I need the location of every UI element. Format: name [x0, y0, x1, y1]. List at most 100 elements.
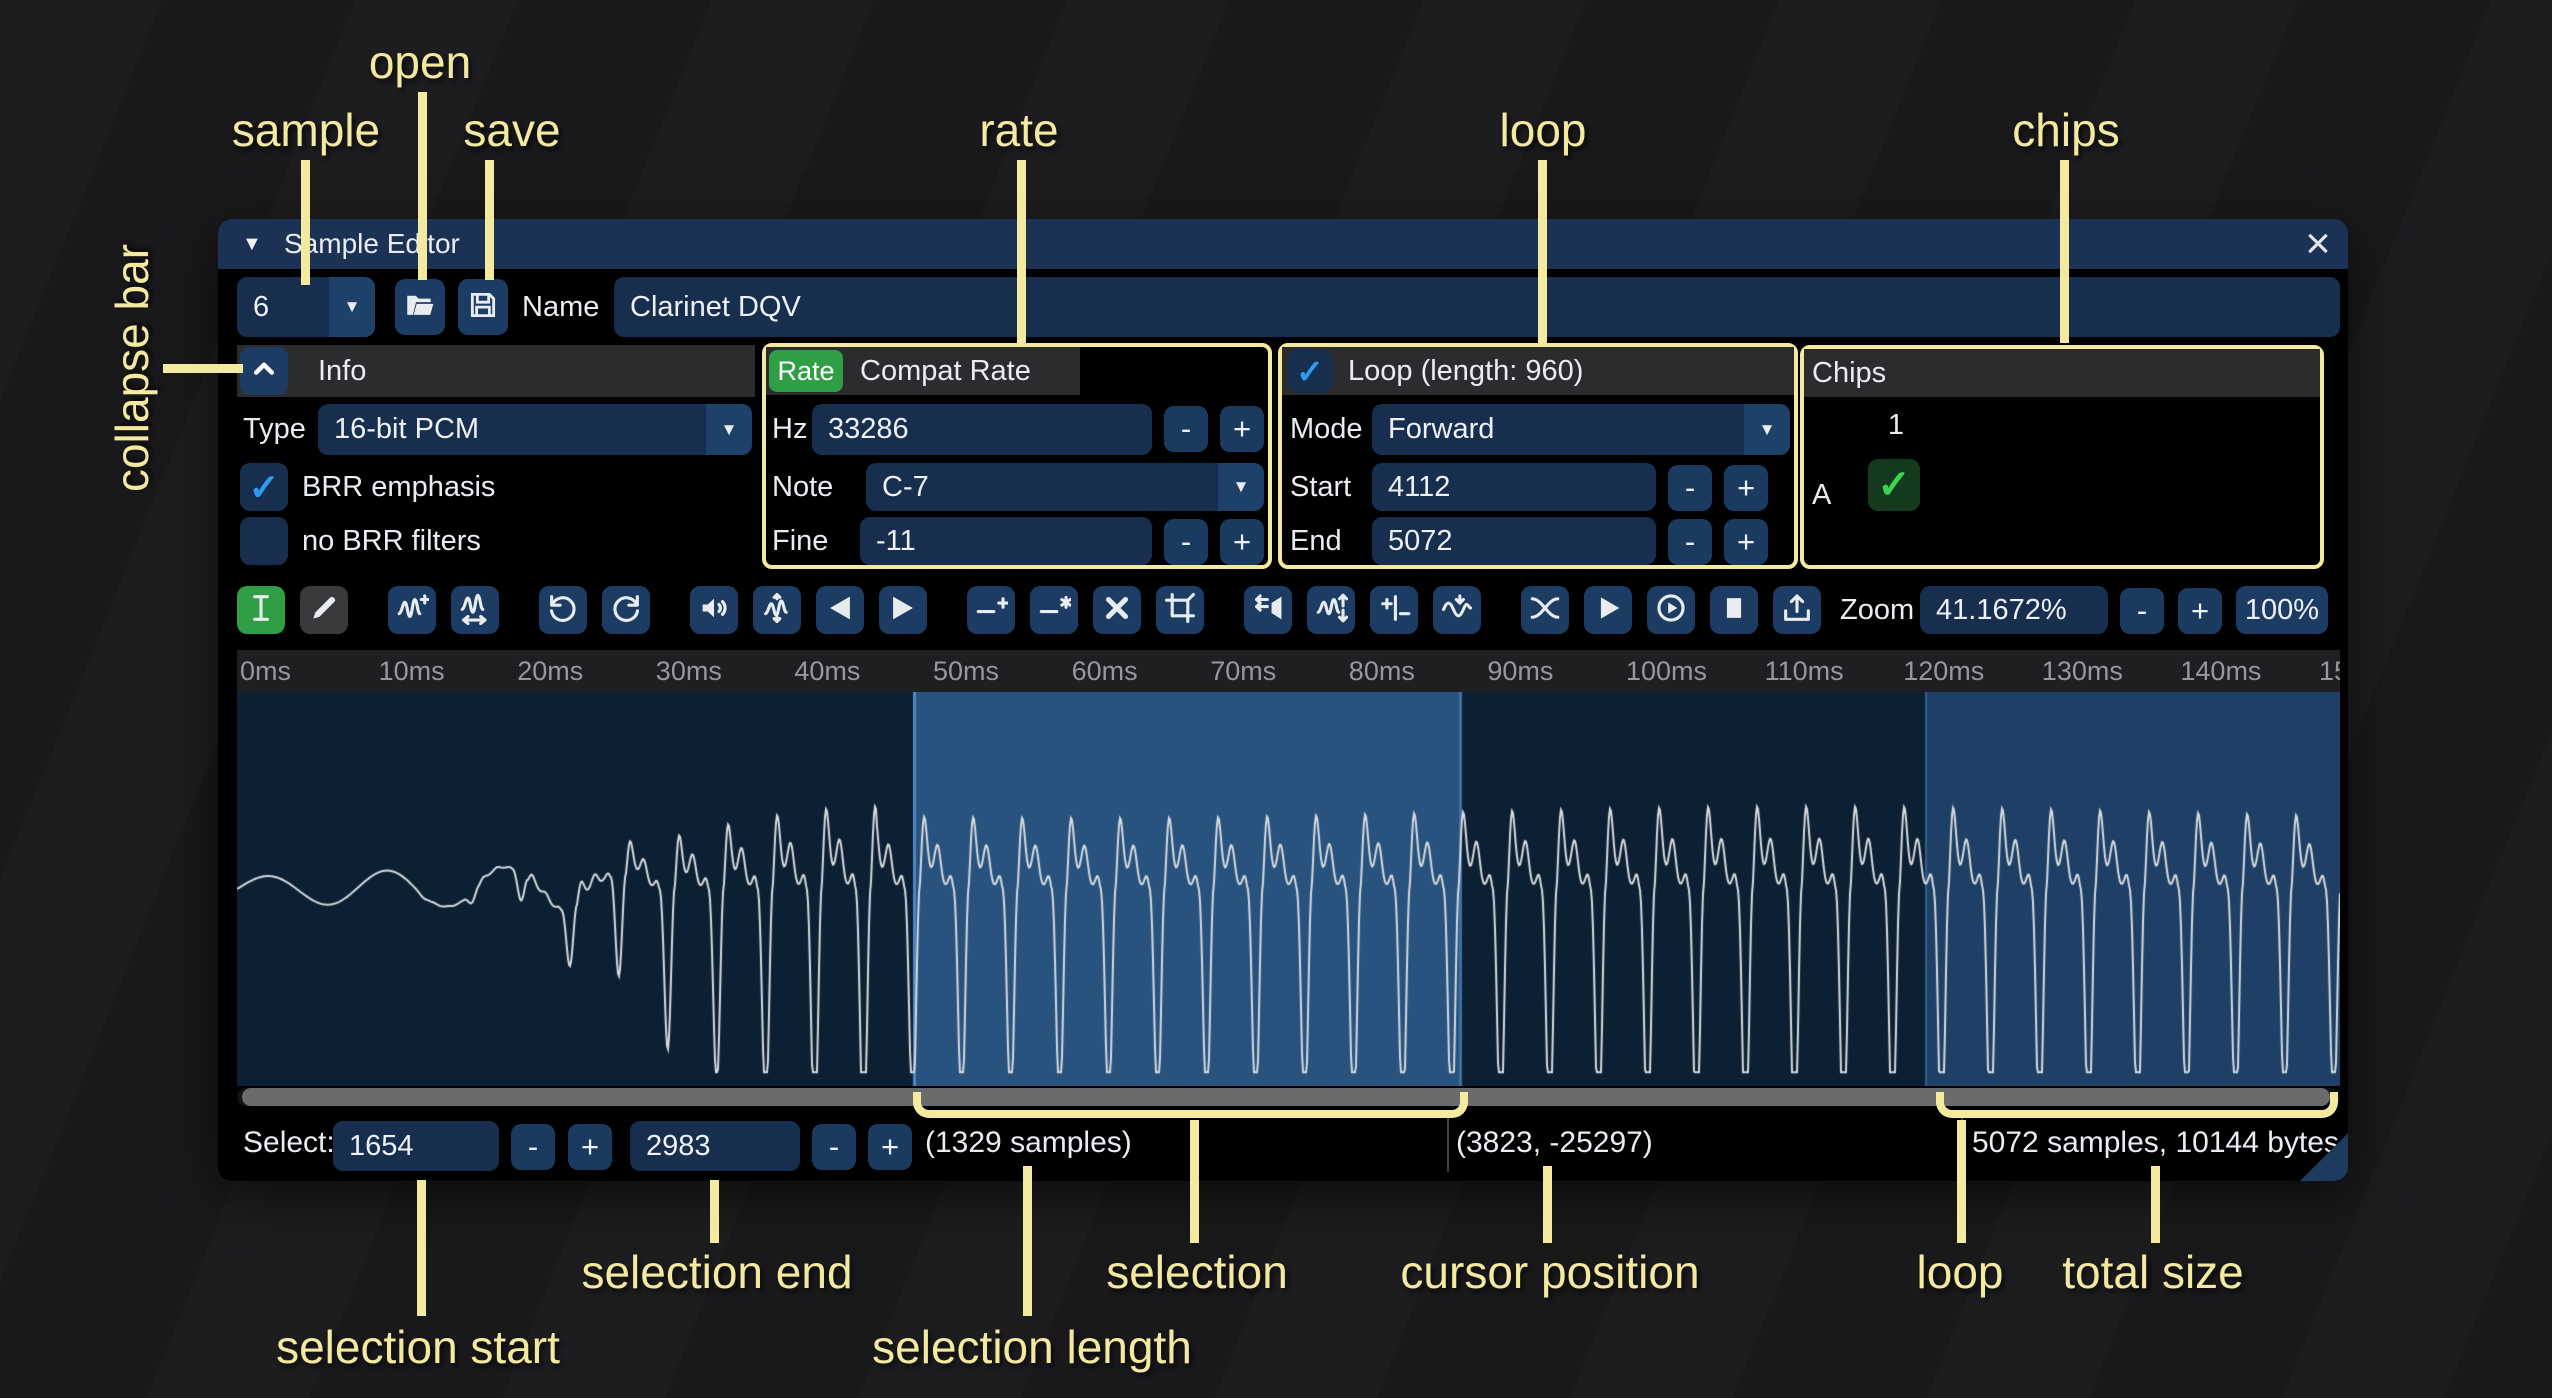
- info-panel-title: Info: [318, 345, 366, 397]
- note-select[interactable]: C-7 ▼: [866, 463, 1264, 511]
- annotation-line-save: [485, 160, 494, 280]
- wave-resample-button[interactable]: [451, 586, 499, 634]
- pencil-icon: [307, 591, 341, 630]
- annotation-label-selection-length: selection length: [872, 1320, 1192, 1374]
- reverse-button[interactable]: [1244, 586, 1292, 634]
- loop-mode-select[interactable]: Forward ▼: [1372, 404, 1790, 455]
- info-collapse-button[interactable]: [240, 347, 288, 395]
- window-titlebar[interactable]: ▼ Sample Editor ×: [218, 219, 2348, 269]
- chevron-down-icon[interactable]: ▼: [329, 277, 375, 337]
- zoom-input[interactable]: 41.1672%: [1920, 586, 2108, 634]
- rate-badge[interactable]: Rate: [769, 350, 843, 392]
- fade-in-button[interactable]: [816, 586, 864, 634]
- annotation-label-collapse-bar: collapse bar: [105, 244, 159, 492]
- annotation-line-rate: [1017, 160, 1026, 343]
- loop-end-minus-button[interactable]: -: [1668, 519, 1712, 565]
- stop-button[interactable]: [1710, 586, 1758, 634]
- selection-end-plus-button[interactable]: +: [868, 1124, 912, 1170]
- sample-selector[interactable]: 6 ▼: [237, 277, 375, 337]
- reverse-icon: [1251, 591, 1285, 630]
- annotation-line-open: [418, 92, 427, 280]
- selection-end-input[interactable]: 2983: [630, 1121, 800, 1171]
- compat-rate-label[interactable]: Compat Rate: [860, 347, 1031, 395]
- ruler-tick: 0ms: [240, 650, 291, 692]
- ruler-tick: 20ms: [517, 650, 583, 692]
- open-sample-button[interactable]: [395, 279, 445, 335]
- signed-unsigned-button[interactable]: [1370, 586, 1418, 634]
- hz-label: Hz: [772, 404, 807, 455]
- window-collapse-icon[interactable]: ▼: [242, 219, 262, 269]
- annotation-label-sample: sample: [232, 103, 380, 157]
- insert-silence-icon: [974, 591, 1008, 630]
- loop-start-plus-button[interactable]: +: [1724, 465, 1768, 511]
- window-resize-grip[interactable]: [2300, 1133, 2348, 1181]
- zoom-in-button[interactable]: +: [2178, 588, 2222, 634]
- selection-end-minus-button[interactable]: -: [812, 1124, 856, 1170]
- amplify-button[interactable]: [690, 586, 738, 634]
- hz-plus-button[interactable]: +: [1220, 406, 1264, 452]
- save-sample-button[interactable]: [458, 279, 508, 335]
- ruler-tick: 40ms: [794, 650, 860, 692]
- trim-icon: [1163, 591, 1197, 630]
- fine-label: Fine: [772, 517, 828, 565]
- sample-type-select[interactable]: 16-bit PCM ▼: [318, 404, 752, 455]
- note-value: C-7: [882, 471, 929, 504]
- annotation-label-selection-end: selection end: [581, 1245, 852, 1299]
- create-silence-button[interactable]: [1030, 586, 1078, 634]
- amplify-icon: [697, 591, 731, 630]
- redo-button[interactable]: [602, 586, 650, 634]
- delete-button[interactable]: [1093, 586, 1141, 634]
- wave-add-button[interactable]: [388, 586, 436, 634]
- status-divider: [1447, 1116, 1449, 1172]
- selection-start-minus-button[interactable]: -: [511, 1124, 555, 1170]
- fade-out-button[interactable]: [879, 586, 927, 634]
- loop-mode-label: Mode: [1290, 404, 1363, 455]
- annotation-label-loop: loop: [1500, 103, 1587, 157]
- fine-input[interactable]: -11: [860, 517, 1152, 565]
- export-button[interactable]: [1773, 586, 1821, 634]
- loop-enable-checkbox[interactable]: ✓: [1288, 349, 1332, 393]
- loop-end-input[interactable]: 5072: [1372, 517, 1656, 565]
- invert-button[interactable]: [1307, 586, 1355, 634]
- hz-input[interactable]: 33286: [812, 404, 1152, 455]
- zoom-out-button[interactable]: -: [2120, 588, 2164, 634]
- chevron-down-icon[interactable]: ▼: [1744, 404, 1790, 455]
- loop-header-label: Loop (length: 960): [1348, 347, 1583, 395]
- hz-minus-button[interactable]: -: [1164, 406, 1208, 452]
- chip-enable-checkbox[interactable]: ✓: [1868, 459, 1920, 511]
- undo-icon: [546, 591, 580, 630]
- loop-end-plus-button[interactable]: +: [1724, 519, 1768, 565]
- preview-button[interactable]: [1647, 586, 1695, 634]
- waveform-display[interactable]: [237, 692, 2340, 1086]
- zoom-reset-button[interactable]: 100%: [2236, 586, 2328, 634]
- fine-plus-button[interactable]: +: [1220, 519, 1264, 565]
- loop-start-input[interactable]: 4112: [1372, 463, 1656, 511]
- chevron-down-icon[interactable]: ▼: [1218, 463, 1264, 511]
- play-button[interactable]: [1584, 586, 1632, 634]
- close-icon[interactable]: ×: [2288, 219, 2348, 269]
- chevron-up-icon: [247, 352, 281, 391]
- crossfade-button[interactable]: [1521, 586, 1569, 634]
- sample-name-input[interactable]: Clarinet DQV: [614, 277, 2340, 337]
- ruler-tick: 30ms: [656, 650, 722, 692]
- brr-emphasis-checkbox[interactable]: ✓: [240, 463, 288, 511]
- trim-button[interactable]: [1156, 586, 1204, 634]
- export-icon: [1780, 591, 1814, 630]
- chevron-down-icon[interactable]: ▼: [706, 404, 752, 455]
- loop-start-minus-button[interactable]: -: [1668, 465, 1712, 511]
- no-brr-filters-checkbox[interactable]: ✓: [240, 517, 288, 565]
- wave-add-icon: [395, 591, 429, 630]
- undo-button[interactable]: [539, 586, 587, 634]
- annotation-line-total-size: [2151, 1166, 2160, 1243]
- loop-mode-value: Forward: [1388, 413, 1494, 446]
- annotation-line-sample: [301, 160, 310, 285]
- edit-cursor-button[interactable]: [237, 586, 285, 634]
- selection-start-input[interactable]: 1654: [333, 1121, 499, 1171]
- selection-start-plus-button[interactable]: +: [568, 1124, 612, 1170]
- fine-minus-button[interactable]: -: [1164, 519, 1208, 565]
- annotation-line-cursor-position: [1543, 1166, 1552, 1243]
- insert-silence-button[interactable]: [967, 586, 1015, 634]
- pencil-button[interactable]: [300, 586, 348, 634]
- apply-filter-button[interactable]: [1433, 586, 1481, 634]
- normalize-button[interactable]: [753, 586, 801, 634]
